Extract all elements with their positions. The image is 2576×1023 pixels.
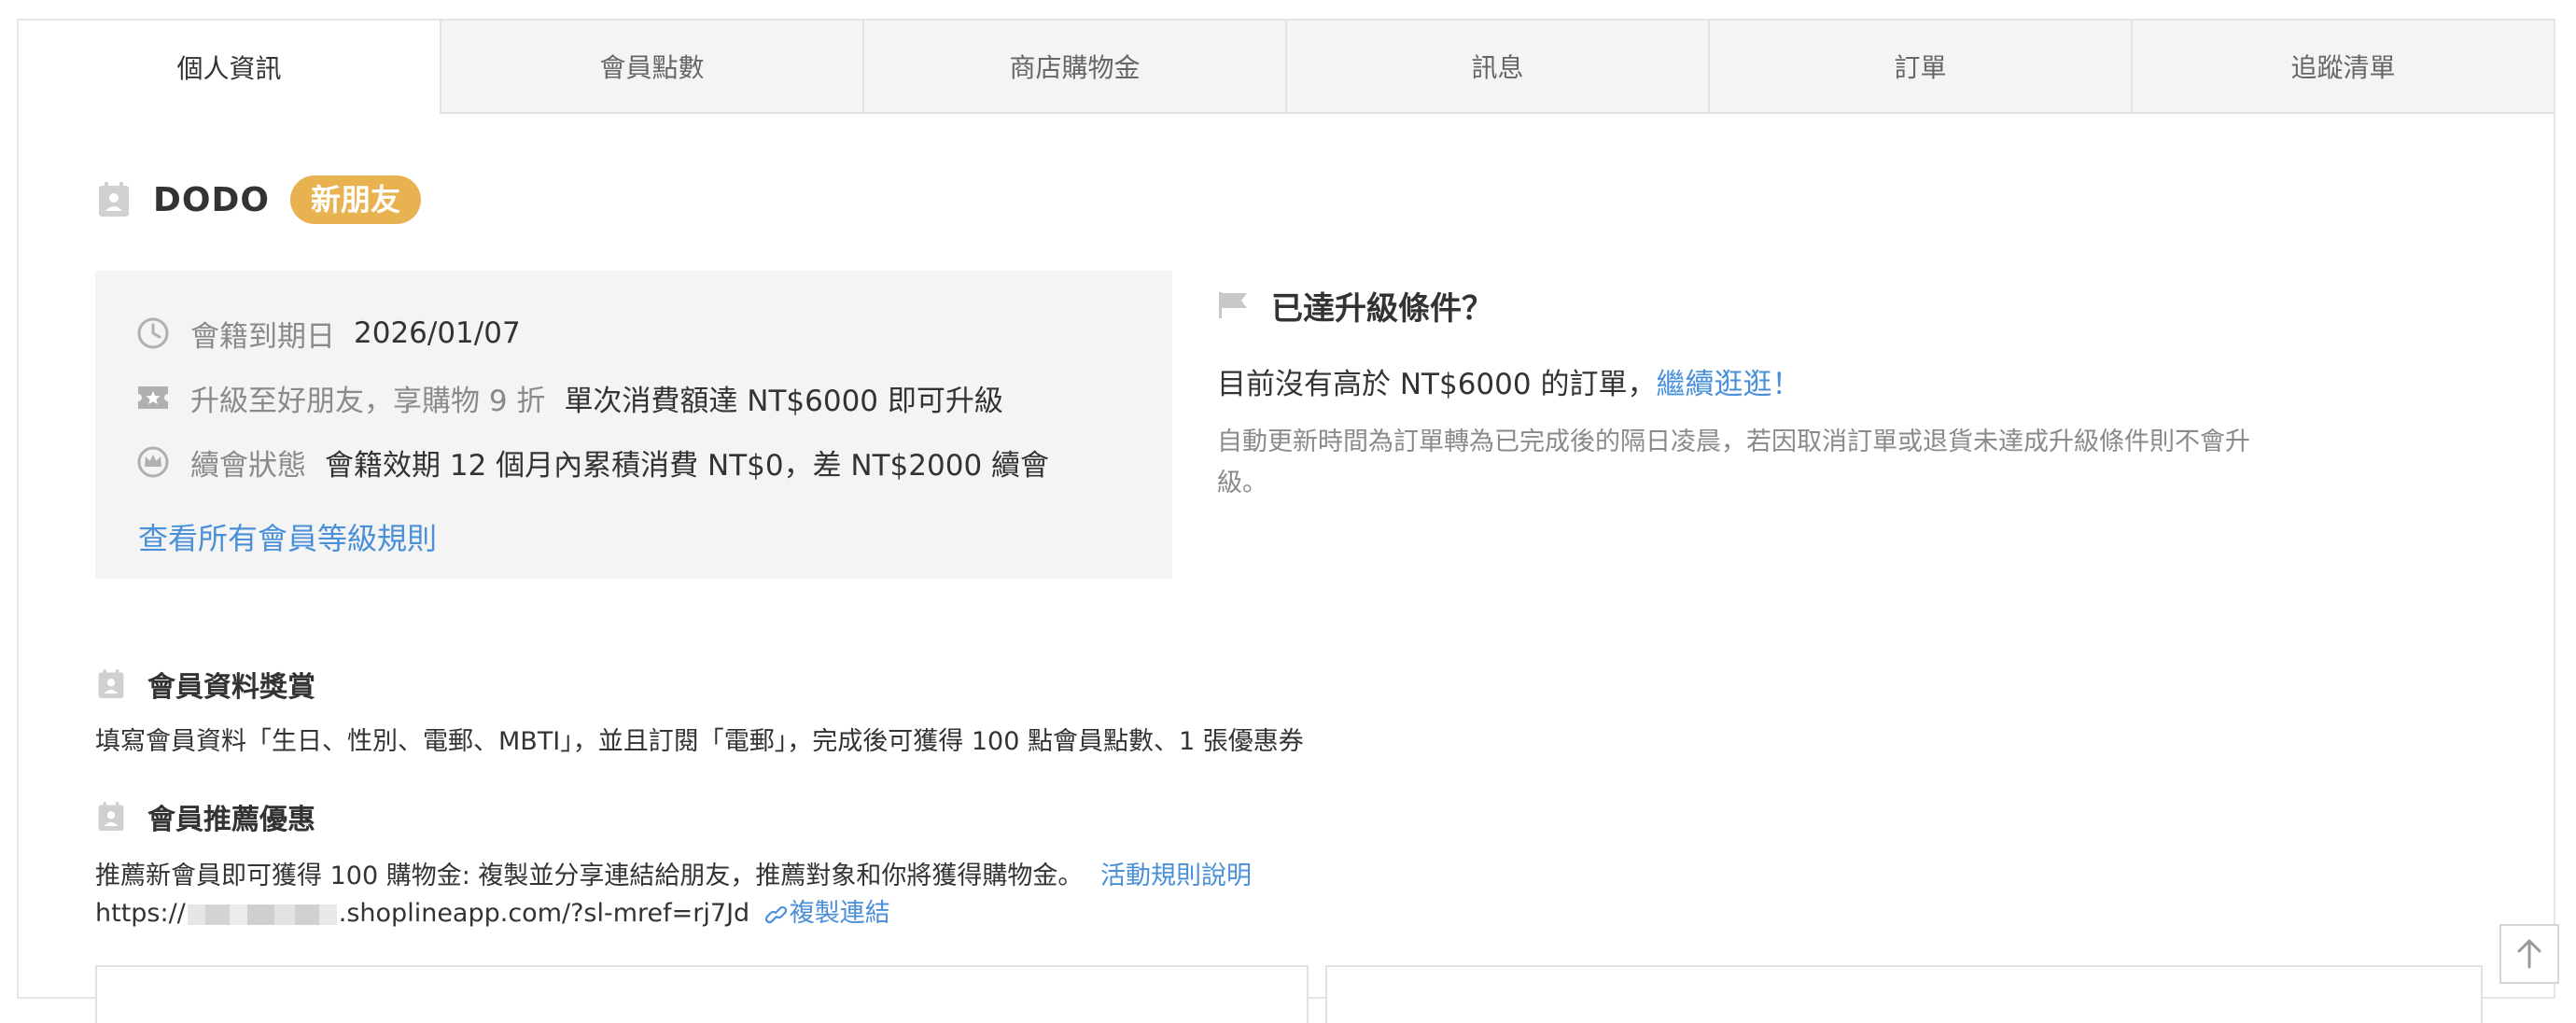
member-card-icon bbox=[97, 801, 125, 833]
upgrade-condition-title: 已達升級條件？ bbox=[1271, 289, 1493, 328]
referral-url-line: https://.shoplineapp.com/?sl-mref=rj7Jd … bbox=[95, 892, 890, 929]
tab-profile[interactable]: 個人資訊 bbox=[19, 21, 440, 114]
membership-rules-link[interactable]: 查看所有會員等級規則 bbox=[138, 515, 437, 558]
upgrade-condition: 已達升級條件？ 目前沒有高於 NT$6000 的訂單，繼續逛逛！ 自動更新時間為… bbox=[1217, 282, 2318, 498]
upgrade-condition-header: 已達升級條件？ bbox=[1217, 282, 2318, 329]
referral-rules-link[interactable]: 活動規則說明 bbox=[1100, 862, 1252, 890]
upgrade-row: 升級至好朋友，享購物 9 折 單次消費額達 NT$6000 即可升級 bbox=[136, 374, 1003, 421]
back-to-top-button[interactable] bbox=[2499, 924, 2559, 984]
upgrade-note: 自動更新時間為訂單轉為已完成後的隔日凌晨，若因取消訂單或退貨未達成升級條件則不會… bbox=[1217, 427, 2250, 497]
account-tabs: 個人資訊 會員點數 商店購物金 訊息 訂單 追蹤清單 bbox=[19, 21, 2554, 114]
expiry-label: 會籍到期日 bbox=[190, 319, 335, 354]
profile-header: DODO 新朋友 bbox=[97, 172, 421, 228]
tier-badge: 新朋友 bbox=[289, 175, 421, 224]
member-name: DODO bbox=[153, 180, 270, 219]
profile-reward-title: 會員資料獎賞 bbox=[147, 671, 315, 704]
crown-icon bbox=[136, 445, 170, 479]
upgrade-value: 單次消費額達 NT$6000 即可升級 bbox=[564, 384, 1003, 418]
copy-link-label: 複製連結 bbox=[789, 899, 890, 928]
upgrade-status-message: 目前沒有高於 NT$6000 的訂單，繼續逛逛！ bbox=[1217, 360, 1800, 402]
referral-url-prefix: https:// bbox=[95, 899, 186, 928]
upgrade-label: 升級至好朋友，享購物 9 折 bbox=[190, 384, 546, 418]
link-icon bbox=[764, 905, 787, 923]
membership-info-panel: 會籍到期日 2026/01/07 升級至好朋友，享購物 9 折 單次消費額達 N… bbox=[95, 271, 1172, 579]
flag-icon bbox=[1217, 290, 1251, 320]
clock-icon bbox=[136, 316, 170, 350]
referral-title: 會員推薦優惠 bbox=[147, 804, 315, 836]
tab-orders[interactable]: 訂單 bbox=[1708, 21, 2131, 114]
expiry-value: 2026/01/07 bbox=[354, 316, 521, 350]
member-card-icon bbox=[97, 181, 131, 218]
bottom-card-left bbox=[95, 965, 1309, 1023]
copy-link-button[interactable]: 複製連結 bbox=[764, 899, 890, 928]
expiry-row: 會籍到期日 2026/01/07 bbox=[136, 310, 521, 357]
bottom-card-right bbox=[1325, 965, 2483, 1023]
referral-text-line: 推薦新會員即可獲得 100 購物金: 複製並分享連結給朋友，推薦對象和你將獲得購… bbox=[95, 855, 1252, 891]
account-page: 個人資訊 會員點數 商店購物金 訊息 訂單 追蹤清單 DODO 新朋友 會籍到期… bbox=[17, 19, 2555, 1023]
upgrade-status-text: 目前沒有高於 NT$6000 的訂單， bbox=[1217, 368, 1657, 401]
redacted-domain bbox=[187, 904, 337, 925]
profile-reward-header: 會員資料獎賞 bbox=[97, 661, 315, 708]
tab-wishlist[interactable]: 追蹤清單 bbox=[2131, 21, 2554, 114]
referral-description: 推薦新會員即可獲得 100 購物金: 複製並分享連結給朋友，推薦對象和你將獲得購… bbox=[95, 862, 1084, 890]
continue-shopping-link[interactable]: 繼續逛逛！ bbox=[1656, 368, 1800, 401]
ticket-star-icon bbox=[136, 384, 170, 412]
arrow-up-icon bbox=[2517, 939, 2541, 969]
renewal-label: 續會狀態 bbox=[190, 448, 306, 483]
profile-reward-text: 填寫會員資料「生日、性別、電郵、MBTI」，並且訂閱「電郵」，完成後可獲得 10… bbox=[95, 727, 1304, 756]
tab-member-points[interactable]: 會員點數 bbox=[440, 21, 862, 114]
renewal-row: 續會狀態 會籍效期 12 個月內累積消費 NT$0，差 NT$2000 續會 bbox=[136, 439, 1049, 485]
tab-messages[interactable]: 訊息 bbox=[1285, 21, 1708, 114]
tab-store-credit[interactable]: 商店購物金 bbox=[862, 21, 1285, 114]
referral-url-suffix: .shoplineapp.com/?sl-mref=rj7Jd bbox=[338, 899, 750, 928]
referral-header: 會員推薦優惠 bbox=[97, 793, 315, 840]
renewal-value: 會籍效期 12 個月內累積消費 NT$0，差 NT$2000 續會 bbox=[325, 448, 1050, 483]
member-card-icon bbox=[97, 668, 125, 700]
